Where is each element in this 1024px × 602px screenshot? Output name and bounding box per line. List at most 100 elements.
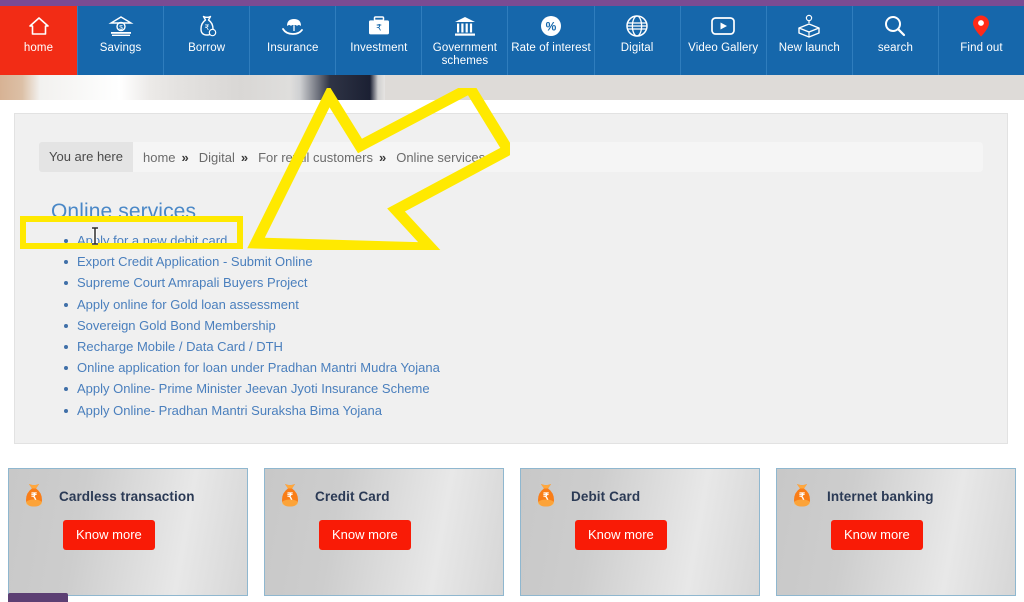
- breadcrumb: You are here home » Digital » For retail…: [39, 142, 983, 172]
- card-title: Internet banking: [827, 488, 934, 504]
- link-apply-online-suraksha-bima-yojana[interactable]: Apply Online- Pradhan Mantri Suraksha Bi…: [77, 403, 382, 418]
- list-item: Apply Online- Pradhan Mantri Suraksha Bi…: [63, 403, 440, 418]
- card-header: ₹ Credit Card: [265, 469, 503, 511]
- card-header: ₹ Cardless transaction: [9, 469, 247, 511]
- online-services-link-list: Apply for a new debit card Export Credit…: [63, 234, 440, 425]
- video-play-icon: [708, 13, 738, 39]
- nav-label: Insurance: [267, 42, 319, 54]
- nav-item-savings[interactable]: $ Savings: [78, 6, 165, 75]
- nav-item-digital[interactable]: Digital: [594, 6, 681, 75]
- money-bag-rupee-icon: ₹: [531, 481, 561, 511]
- list-item: Sovereign Gold Bond Membership: [63, 318, 440, 333]
- know-more-button[interactable]: Know more: [831, 520, 923, 550]
- svg-text:%: %: [546, 20, 557, 34]
- hero-banner: [0, 75, 1024, 100]
- page-root: home $ Savings ₹ Borrow Insurance ₹ Inve…: [0, 0, 1024, 602]
- link-export-credit-application[interactable]: Export Credit Application - Submit Onlin…: [77, 254, 313, 269]
- svg-text:₹: ₹: [204, 23, 209, 32]
- link-sovereign-gold-bond-membership[interactable]: Sovereign Gold Bond Membership: [77, 318, 276, 333]
- map-pin-icon: [966, 13, 996, 39]
- briefcase-rupee-icon: ₹: [364, 13, 394, 39]
- nav-label: Borrow: [188, 42, 226, 54]
- product-card-credit-card[interactable]: ₹ Credit Card Know more: [264, 468, 504, 596]
- search-icon: [880, 13, 910, 39]
- nav-item-borrow[interactable]: ₹ Borrow: [164, 6, 251, 75]
- breadcrumb-item-online-services: Online services: [396, 149, 486, 165]
- breadcrumb-item-digital[interactable]: Digital: [199, 150, 235, 165]
- savings-bank-icon: $: [106, 13, 136, 39]
- link-online-application-mudra-yojana[interactable]: Online application for loan under Pradha…: [77, 360, 440, 375]
- money-bag-rupee-icon: ₹: [787, 481, 817, 511]
- svg-text:$: $: [119, 24, 123, 31]
- nav-item-new-launch[interactable]: New launch: [766, 6, 853, 75]
- nav-label: Rate of interest: [511, 42, 591, 54]
- svg-text:₹: ₹: [287, 492, 294, 503]
- umbrella-hand-icon: [278, 13, 308, 39]
- nav-item-investment[interactable]: ₹ Investment: [336, 6, 423, 75]
- breadcrumb-you-are-here-label: You are here: [39, 142, 133, 172]
- hero-banner-blank-area: [385, 75, 1024, 100]
- know-more-button[interactable]: Know more: [319, 520, 411, 550]
- list-item: Online application for loan under Pradha…: [63, 361, 440, 375]
- card-title: Cardless transaction: [59, 488, 195, 504]
- link-apply-for-a-new-debit-card[interactable]: Apply for a new debit card: [77, 233, 227, 248]
- nav-label: Video Gallery: [688, 42, 759, 54]
- nav-label: search: [877, 42, 913, 54]
- breadcrumb-separator-icon: »: [181, 149, 189, 165]
- breadcrumb-separator-icon: »: [240, 149, 249, 165]
- nav-item-find-out[interactable]: Find out: [938, 6, 1024, 75]
- list-item: Supreme Court Amrapali Buyers Project: [63, 276, 440, 290]
- product-card-internet-banking[interactable]: ₹ Internet banking Know more: [776, 468, 1016, 596]
- list-item: Apply online for Gold loan assessment: [63, 297, 440, 312]
- nav-label: Savings: [99, 42, 142, 54]
- nav-label: Digital: [620, 42, 654, 54]
- list-item: Recharge Mobile / Data Card / DTH: [63, 339, 440, 354]
- money-bag-rupee-icon: ₹: [19, 481, 49, 511]
- link-supreme-court-amrapali-buyers-project[interactable]: Supreme Court Amrapali Buyers Project: [77, 275, 307, 290]
- money-bag-icon: ₹: [192, 13, 222, 39]
- main-navigation: home $ Savings ₹ Borrow Insurance ₹ Inve…: [0, 6, 1024, 75]
- card-header: ₹ Internet banking: [777, 469, 1015, 511]
- breadcrumb-item-home[interactable]: home: [143, 150, 176, 165]
- nav-item-insurance[interactable]: Insurance: [250, 6, 337, 75]
- home-icon: [24, 13, 54, 39]
- percent-icon: %: [536, 13, 566, 39]
- breadcrumb-item-for-retail-customers[interactable]: For retail customers: [258, 150, 373, 165]
- link-apply-online-jeevan-jyoti-insurance[interactable]: Apply Online- Prime Minister Jeevan Jyot…: [77, 381, 430, 396]
- nav-item-search[interactable]: search: [852, 6, 939, 75]
- content-panel: You are here home » Digital » For retail…: [14, 113, 1008, 444]
- product-card-debit-card[interactable]: ₹ Debit Card Know more: [520, 468, 760, 596]
- nav-item-government-schemes[interactable]: Government schemes: [422, 6, 509, 75]
- nav-label: Find out: [960, 42, 1003, 54]
- globe-icon: [622, 13, 652, 39]
- nav-item-home[interactable]: home: [0, 6, 78, 75]
- nav-label: Investment: [350, 42, 408, 54]
- svg-text:₹: ₹: [543, 492, 550, 503]
- svg-text:₹: ₹: [799, 492, 806, 503]
- nav-item-rate-of-interest[interactable]: % Rate of interest: [508, 6, 595, 75]
- list-item: Apply for a new debit card: [63, 234, 440, 248]
- list-item: Apply Online- Prime Minister Jeevan Jyot…: [63, 382, 440, 396]
- money-bag-rupee-icon: ₹: [275, 481, 305, 511]
- nav-item-video-gallery[interactable]: Video Gallery: [680, 6, 767, 75]
- page-title: Online services: [51, 200, 197, 223]
- svg-text:₹: ₹: [376, 23, 382, 33]
- card-header: ₹ Debit Card: [521, 469, 759, 511]
- card-title: Credit Card: [315, 488, 390, 504]
- link-recharge-mobile-data-card-dth[interactable]: Recharge Mobile / Data Card / DTH: [77, 339, 283, 354]
- product-cards-row: ₹ Cardless transaction Know more ₹ Credi…: [8, 468, 1016, 596]
- know-more-button[interactable]: Know more: [575, 520, 667, 550]
- hero-banner-photo: [0, 75, 385, 100]
- open-box-idea-icon: [794, 13, 824, 39]
- list-item: Export Credit Application - Submit Onlin…: [63, 255, 440, 269]
- breadcrumb-separator-icon: »: [378, 149, 387, 165]
- know-more-button[interactable]: Know more: [63, 520, 155, 550]
- bank-building-icon: [450, 13, 480, 39]
- bottom-left-purple-tab[interactable]: [8, 593, 68, 602]
- svg-text:₹: ₹: [31, 492, 38, 503]
- link-apply-online-gold-loan-assessment[interactable]: Apply online for Gold loan assessment: [77, 297, 299, 312]
- product-card-cardless-transaction[interactable]: ₹ Cardless transaction Know more: [8, 468, 248, 596]
- nav-label: New launch: [778, 42, 840, 54]
- nav-label: Government schemes: [432, 42, 498, 67]
- nav-label: home: [23, 42, 54, 54]
